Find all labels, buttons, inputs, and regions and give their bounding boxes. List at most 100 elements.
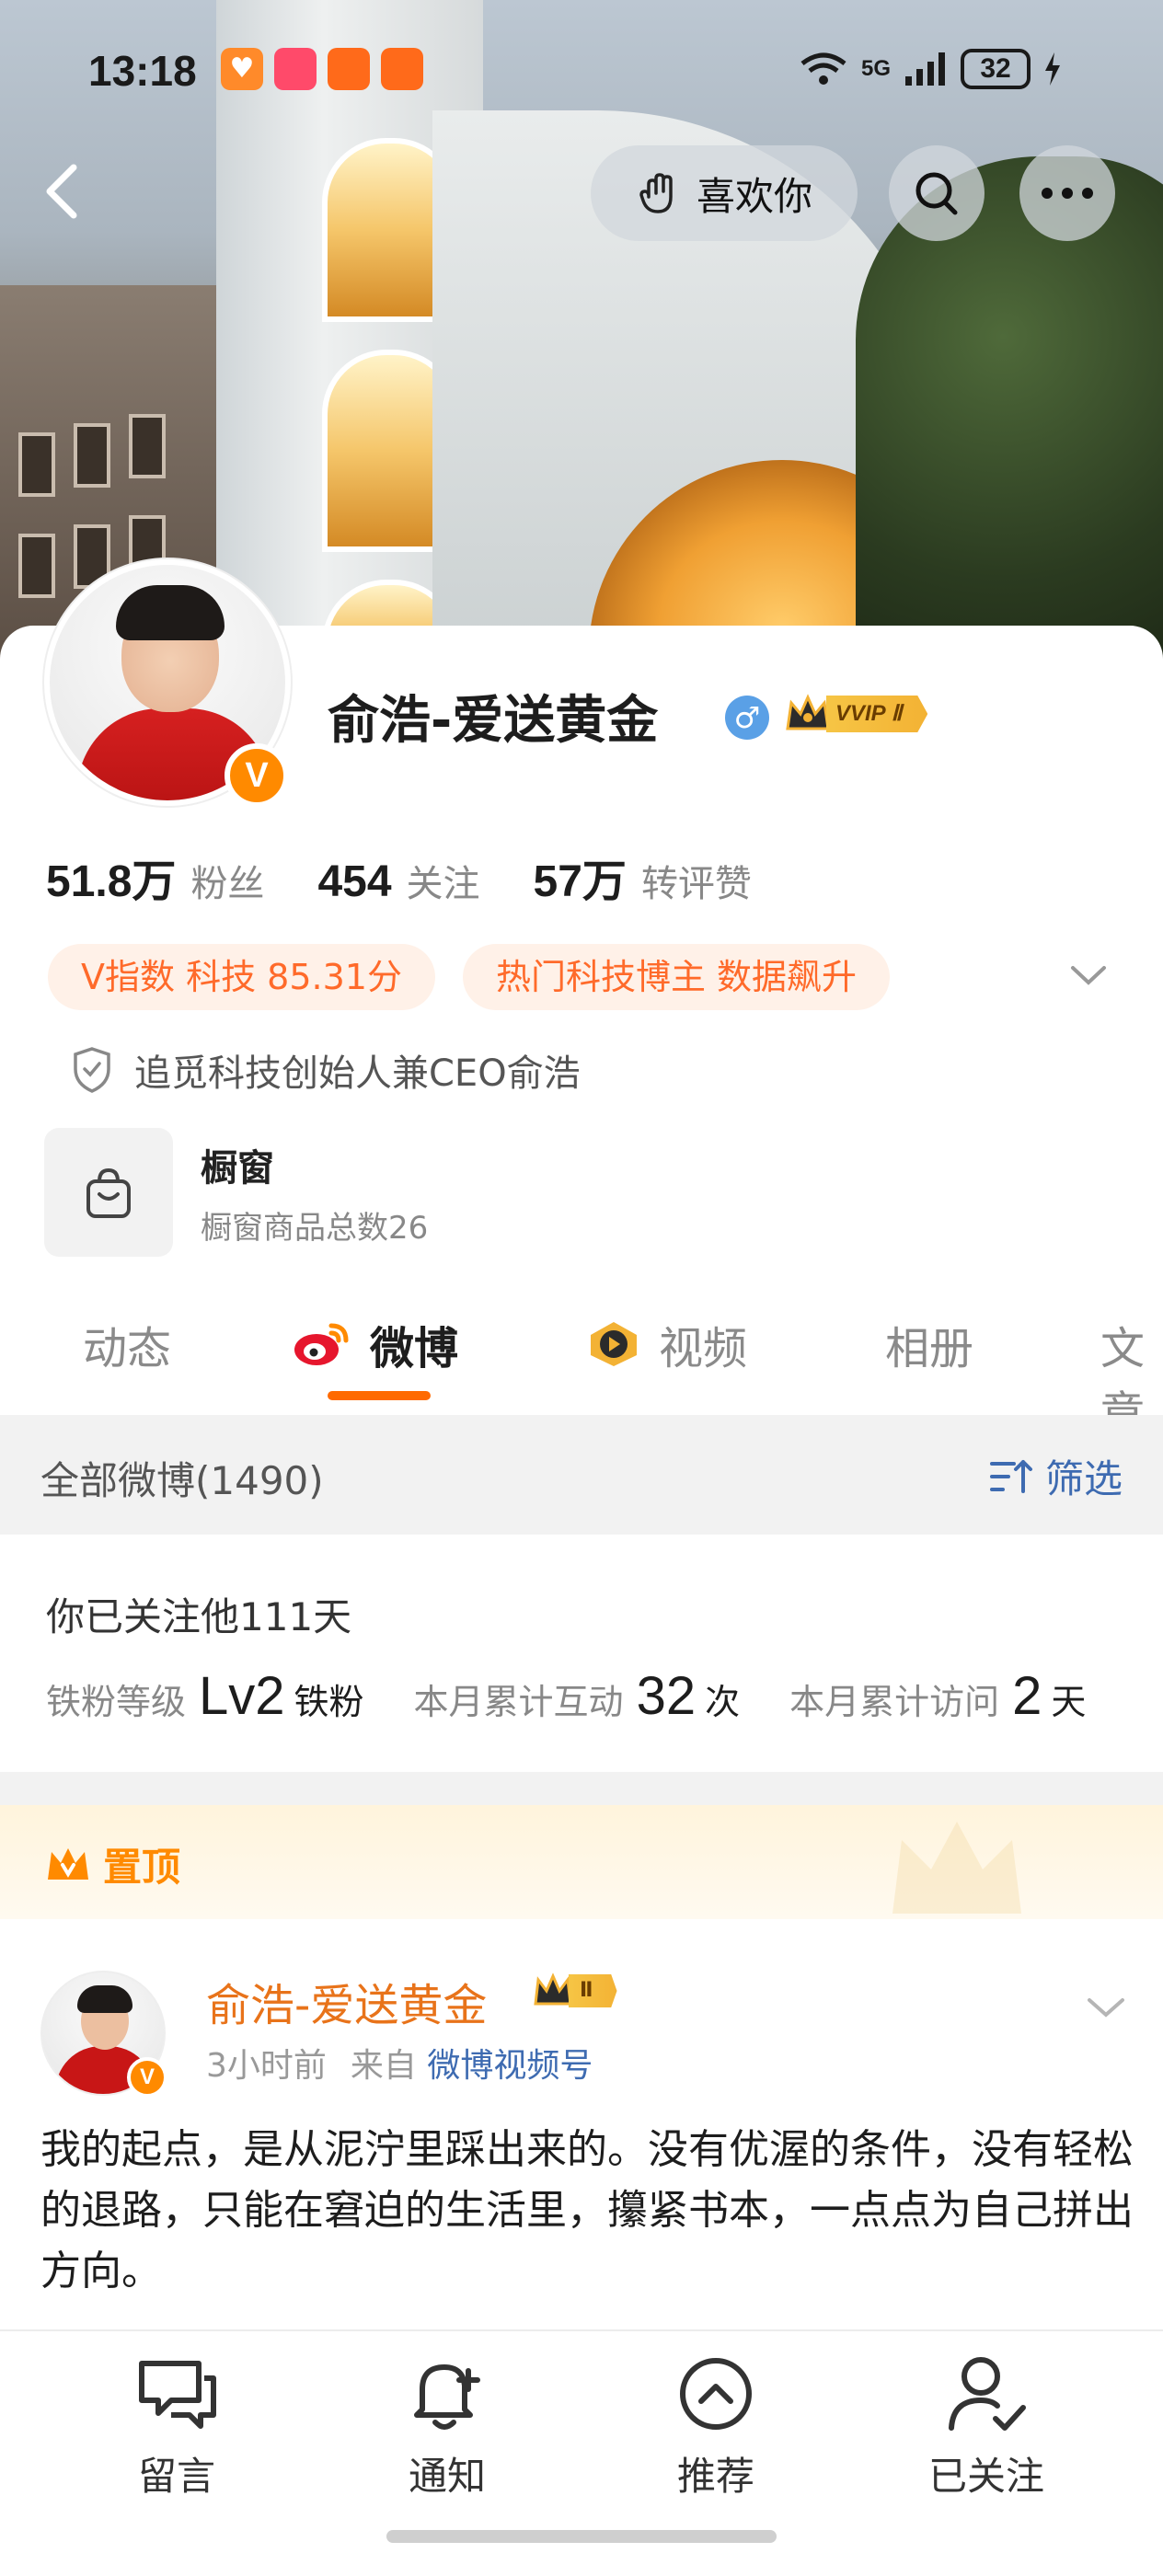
crown-icon (786, 694, 830, 730)
battery-icon: 32 (961, 49, 1031, 89)
monthly-interaction-metric[interactable]: 本月累计互动 32 次 (414, 1665, 741, 1727)
tab-album[interactable]: 相册 (885, 1312, 973, 1376)
chevron-down-icon (1088, 1998, 1124, 2018)
filter-label: 筛选 (1044, 1456, 1123, 1501)
shop-window[interactable]: 橱窗 橱窗商品总数26 (44, 1128, 428, 1257)
filter-sort-icon (989, 1459, 1032, 1493)
tab-video[interactable]: 视频 (585, 1312, 747, 1376)
follow-days-text: 你已关注他111天 (46, 1594, 352, 1639)
stat-value: 454 (317, 857, 392, 906)
metric-unit: 次 (705, 1682, 741, 1722)
certification-text: 追觅科技创始人兼CEO俞浩 (134, 1052, 581, 1095)
profile-tabs: 动态 微博 视频 相册 文章 (0, 1288, 1163, 1439)
message-button[interactable]: 留言 (85, 2350, 269, 2501)
v-index-tag[interactable]: V指数 科技 85.31分 (48, 944, 435, 1010)
post-from-prefix: 来自 (350, 2047, 417, 2085)
hand-wave-icon (639, 173, 673, 213)
stat-label: 关注 (406, 863, 480, 905)
post-source-link[interactable]: 微博视频号 (427, 2047, 593, 2085)
user-check-icon (949, 2357, 1026, 2431)
following-label: 已关注 (927, 2454, 1044, 2499)
section-divider (0, 1772, 1163, 1805)
notify-button[interactable]: 通知 (355, 2350, 539, 2501)
wifi-icon (800, 52, 846, 85)
post-meta: 3小时前 来自 微博视频号 (206, 2039, 593, 2087)
stat-interactions[interactable]: 57万 转评赞 (534, 845, 752, 909)
recommend-button[interactable]: 推荐 (624, 2350, 808, 2501)
crown-icon (48, 1847, 88, 1880)
tab-label: 视频 (659, 1323, 748, 1374)
fan-info-panel: 你已关注他111天 铁粉等级 Lv2 铁粉 本月累计互动 32 次 本月累计访问… (0, 1535, 1163, 1772)
verified-badge-icon: V (225, 743, 289, 808)
metric-unit: 天 (1051, 1682, 1087, 1722)
post-text[interactable]: 我的起点，是从泥泞里踩出来的。没有优渥的条件，没有轻松的退路，只能在窘迫的生活里… (40, 2120, 1135, 2302)
stat-following[interactable]: 454 关注 (317, 854, 479, 907)
male-gender-icon: ♂ (725, 696, 769, 740)
post-time: 3小时前 (206, 2047, 327, 2085)
post-author-name[interactable]: 俞浩-爱送黄金 (206, 1969, 487, 2033)
notify-label: 通知 (408, 2454, 486, 2499)
more-dots-icon (1042, 188, 1093, 199)
metric-value: Lv2 (199, 1666, 285, 1726)
search-button[interactable] (889, 145, 985, 241)
post-vip-label: Ⅱ (569, 1974, 617, 2007)
filter-button[interactable]: 筛选 (988, 1448, 1123, 1504)
home-indicator[interactable] (386, 2530, 777, 2543)
more-button[interactable] (1019, 145, 1115, 241)
tab-label: 微博 (370, 1323, 459, 1374)
shop-title: 橱窗 (201, 1146, 274, 1190)
status-time: 13:18 (88, 47, 197, 95)
stat-label: 转评赞 (640, 863, 752, 905)
crown-watermark-icon (892, 1822, 1021, 1914)
recommend-icon (680, 2358, 752, 2430)
video-icon (591, 1322, 637, 1366)
post-vip-badge: Ⅱ (532, 1972, 617, 2009)
cover-tree (856, 156, 1163, 662)
profile-stats: 51.8万 粉丝 454 关注 57万 转评赞 (46, 845, 805, 909)
filter-bar: 全部微博(1490) 筛选 (0, 1415, 1163, 1535)
chevron-down-icon (1071, 966, 1106, 985)
metric-key: 本月累计互动 (413, 1682, 624, 1722)
stat-followers[interactable]: 51.8万 粉丝 (46, 845, 264, 909)
hot-blogger-tag[interactable]: 热门科技博主 数据飙升 (462, 944, 891, 1010)
status-bar: 13:18 ♥ 5G 32 (0, 0, 1163, 147)
all-posts-count[interactable]: 全部微博(1490) (40, 1450, 324, 1506)
stat-value: 51.8万 (46, 857, 177, 906)
bell-plus-icon (414, 2364, 480, 2430)
post-menu-button[interactable] (1082, 1989, 1130, 2026)
fan-level-metric[interactable]: 铁粉等级 Lv2 铁粉 (46, 1665, 364, 1727)
metric-key: 铁粉等级 (46, 1682, 187, 1722)
chevron-left-icon (46, 164, 77, 219)
metric-value: 32 (636, 1666, 697, 1726)
tab-weibo[interactable]: 微博 (291, 1312, 458, 1376)
shield-check-icon (74, 1047, 110, 1093)
stat-label: 粉丝 (190, 863, 265, 905)
metric-key: 本月累计访问 (789, 1682, 1000, 1722)
expand-tags-button[interactable] (1065, 957, 1111, 994)
app-notification-icon (381, 48, 423, 90)
like-you-button[interactable]: 喜欢你 (591, 145, 858, 241)
vvip-label: VVIP Ⅱ (826, 696, 928, 732)
back-button[interactable] (33, 155, 98, 228)
recommend-label: 推荐 (676, 2454, 754, 2499)
tab-dynamics[interactable]: 动态 (83, 1312, 171, 1376)
app-notification-icon (328, 48, 370, 90)
vvip-badge[interactable]: VVIP Ⅱ (784, 692, 928, 736)
following-button[interactable]: 已关注 (894, 2350, 1078, 2501)
profile-name: 俞浩-爱送黄金 (328, 691, 659, 751)
crown-icon (534, 1972, 572, 2006)
monthly-visit-metric[interactable]: 本月累计访问 2 天 (789, 1665, 1086, 1727)
message-icon (139, 2361, 216, 2429)
app-notification-icon (274, 48, 317, 90)
certification: 追觅科技创始人兼CEO俞浩 (70, 1043, 581, 1097)
app-notification-icon: ♥ (221, 48, 263, 90)
metric-value: 2 (1012, 1666, 1042, 1726)
pinned-post[interactable]: V 俞浩-爱送黄金 Ⅱ 3小时前 来自 微博视频号 我的起点，是从泥泞里踩出来的… (0, 1919, 1163, 2333)
weibo-icon (294, 1323, 349, 1365)
shopping-bag-icon (44, 1128, 173, 1257)
verified-badge-icon: V (127, 2057, 167, 2098)
search-icon (915, 172, 958, 215)
tab-active-indicator (328, 1391, 431, 1400)
profile-page: 13:18 ♥ 5G 32 喜欢你 V 俞浩-爱送黄金 ♂ VVIP Ⅱ 51.… (0, 0, 1163, 2576)
pinned-banner: 置顶 (0, 1805, 1163, 1919)
